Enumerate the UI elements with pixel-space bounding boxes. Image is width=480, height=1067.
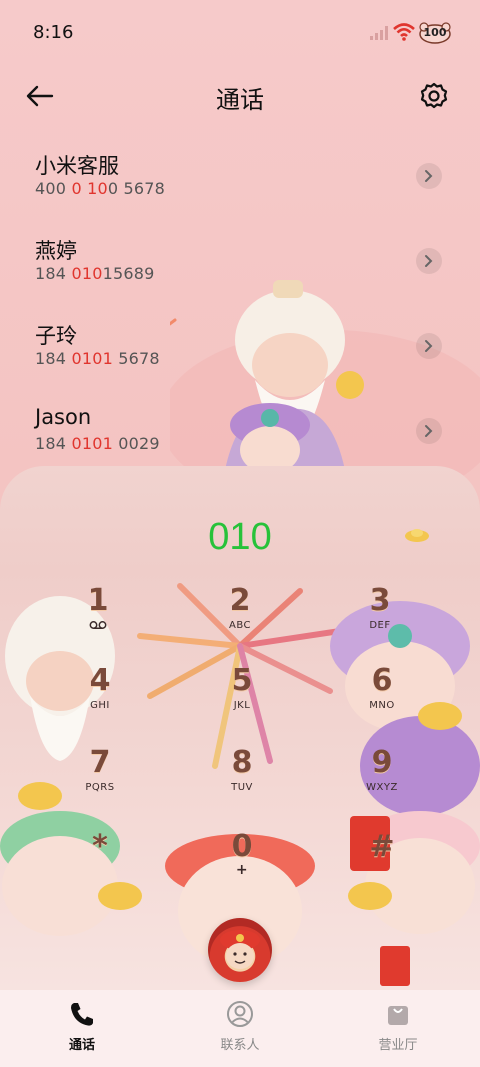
contact-name: 小米客服 <box>35 154 119 178</box>
contact-name: Jason <box>35 405 92 429</box>
key-4[interactable]: 4 GHI <box>40 664 160 734</box>
list-item[interactable]: 燕婷 184 01015689 <box>0 223 480 308</box>
recent-calls-list: 小米客服 400 0 100 5678 燕婷 184 01015689 子玲 1… <box>0 138 480 478</box>
key-1[interactable]: 1 <box>38 584 158 654</box>
chevron-right-icon <box>425 340 433 352</box>
voicemail-icon <box>89 621 107 629</box>
details-chevron-button[interactable] <box>416 248 442 274</box>
contacts-icon <box>227 1001 253 1027</box>
contact-number: 400 0 100 5678 <box>35 179 166 198</box>
header: 通话 <box>0 66 480 126</box>
list-item[interactable]: 子玲 184 0101 5678 <box>0 308 480 393</box>
details-chevron-button[interactable] <box>416 163 442 189</box>
contact-number: 184 0101 5678 <box>35 349 160 368</box>
tab-calls[interactable]: 通话 <box>22 1000 142 1053</box>
tab-service-hall[interactable]: 营业厅 <box>338 1000 458 1053</box>
phone-icon <box>71 1003 93 1026</box>
contact-name: 燕婷 <box>35 239 77 263</box>
store-bag-icon <box>388 1006 408 1025</box>
contact-number: 184 01015689 <box>35 264 155 283</box>
gear-icon[interactable] <box>416 78 452 114</box>
list-item[interactable]: 小米客服 400 0 100 5678 <box>0 138 480 223</box>
details-chevron-button[interactable] <box>416 418 442 444</box>
signal-icon <box>370 26 388 40</box>
status-bar: 8:16 100 <box>0 0 480 66</box>
key-star[interactable]: * <box>40 830 160 900</box>
key-0[interactable]: 0 + <box>182 830 302 900</box>
battery-icon: 100 <box>418 21 452 45</box>
key-hash[interactable]: # <box>322 830 442 900</box>
key-6[interactable]: 6 MNO <box>322 664 442 734</box>
battery-level: 100 <box>423 26 447 39</box>
tab-contacts[interactable]: 联系人 <box>180 1000 300 1053</box>
key-7[interactable]: 7 PQRS <box>40 746 160 816</box>
call-button[interactable] <box>208 918 272 982</box>
status-time: 8:16 <box>33 22 74 43</box>
chevron-right-icon <box>425 425 433 437</box>
key-9[interactable]: 9 WXYZ <box>322 746 442 816</box>
contact-number: 184 0101 0029 <box>35 434 160 453</box>
chevron-right-icon <box>425 255 433 267</box>
details-chevron-button[interactable] <box>416 333 442 359</box>
bottom-nav: 通话 联系人 营业厅 <box>0 990 480 1067</box>
key-8[interactable]: 8 TUV <box>182 746 302 816</box>
fortune-god-avatar-icon <box>220 930 260 969</box>
contact-name: 子玲 <box>35 324 77 348</box>
key-5[interactable]: 5 JKL <box>182 664 302 734</box>
wifi-icon <box>393 23 415 41</box>
dialpad-panel: 010 1 2 ABC 3 DEF 4 GHI 5 JKL 6 MNO 7 PQ… <box>0 466 480 990</box>
key-3[interactable]: 3 DEF <box>320 584 440 654</box>
page-title: 通话 <box>216 86 264 114</box>
gold-ingot-icon <box>405 529 429 542</box>
key-2[interactable]: 2 ABC <box>180 584 300 654</box>
chevron-right-icon <box>425 170 433 182</box>
